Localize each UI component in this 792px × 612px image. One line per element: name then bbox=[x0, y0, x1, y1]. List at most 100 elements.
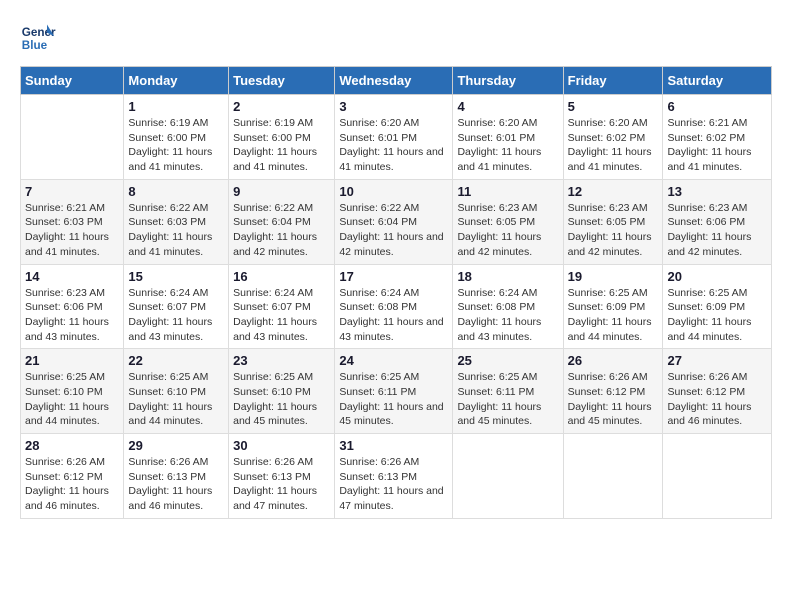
calendar-table: SundayMondayTuesdayWednesdayThursdayFrid… bbox=[20, 66, 772, 519]
day-info: Sunrise: 6:22 AMSunset: 6:04 PMDaylight:… bbox=[233, 201, 330, 260]
day-number: 21 bbox=[25, 353, 119, 368]
calendar-cell: 4 Sunrise: 6:20 AMSunset: 6:01 PMDayligh… bbox=[453, 95, 563, 180]
day-number: 24 bbox=[339, 353, 448, 368]
day-info: Sunrise: 6:25 AMSunset: 6:11 PMDaylight:… bbox=[339, 370, 448, 429]
day-number: 20 bbox=[667, 269, 767, 284]
calendar-cell: 8 Sunrise: 6:22 AMSunset: 6:03 PMDayligh… bbox=[124, 179, 229, 264]
calendar-cell: 24 Sunrise: 6:25 AMSunset: 6:11 PMDaylig… bbox=[335, 349, 453, 434]
calendar-cell: 7 Sunrise: 6:21 AMSunset: 6:03 PMDayligh… bbox=[21, 179, 124, 264]
day-number: 22 bbox=[128, 353, 224, 368]
calendar-cell: 3 Sunrise: 6:20 AMSunset: 6:01 PMDayligh… bbox=[335, 95, 453, 180]
day-info: Sunrise: 6:26 AMSunset: 6:13 PMDaylight:… bbox=[128, 455, 224, 514]
day-info: Sunrise: 6:22 AMSunset: 6:04 PMDaylight:… bbox=[339, 201, 448, 260]
day-number: 16 bbox=[233, 269, 330, 284]
day-info: Sunrise: 6:20 AMSunset: 6:01 PMDaylight:… bbox=[457, 116, 558, 175]
day-number: 31 bbox=[339, 438, 448, 453]
calendar-cell: 18 Sunrise: 6:24 AMSunset: 6:08 PMDaylig… bbox=[453, 264, 563, 349]
calendar-cell: 25 Sunrise: 6:25 AMSunset: 6:11 PMDaylig… bbox=[453, 349, 563, 434]
day-number: 6 bbox=[667, 99, 767, 114]
calendar-cell: 12 Sunrise: 6:23 AMSunset: 6:05 PMDaylig… bbox=[563, 179, 663, 264]
day-info: Sunrise: 6:26 AMSunset: 6:13 PMDaylight:… bbox=[339, 455, 448, 514]
day-header-saturday: Saturday bbox=[663, 67, 772, 95]
day-number: 23 bbox=[233, 353, 330, 368]
day-number: 1 bbox=[128, 99, 224, 114]
day-number: 25 bbox=[457, 353, 558, 368]
calendar-cell: 29 Sunrise: 6:26 AMSunset: 6:13 PMDaylig… bbox=[124, 434, 229, 519]
day-number: 4 bbox=[457, 99, 558, 114]
day-number: 18 bbox=[457, 269, 558, 284]
day-info: Sunrise: 6:25 AMSunset: 6:10 PMDaylight:… bbox=[233, 370, 330, 429]
calendar-cell: 13 Sunrise: 6:23 AMSunset: 6:06 PMDaylig… bbox=[663, 179, 772, 264]
logo-icon: General Blue bbox=[20, 20, 56, 56]
day-info: Sunrise: 6:26 AMSunset: 6:12 PMDaylight:… bbox=[667, 370, 767, 429]
day-number: 13 bbox=[667, 184, 767, 199]
day-info: Sunrise: 6:22 AMSunset: 6:03 PMDaylight:… bbox=[128, 201, 224, 260]
calendar-cell: 20 Sunrise: 6:25 AMSunset: 6:09 PMDaylig… bbox=[663, 264, 772, 349]
calendar-cell: 15 Sunrise: 6:24 AMSunset: 6:07 PMDaylig… bbox=[124, 264, 229, 349]
day-info: Sunrise: 6:21 AMSunset: 6:03 PMDaylight:… bbox=[25, 201, 119, 260]
day-info: Sunrise: 6:20 AMSunset: 6:02 PMDaylight:… bbox=[568, 116, 659, 175]
day-info: Sunrise: 6:25 AMSunset: 6:09 PMDaylight:… bbox=[667, 286, 767, 345]
page-header: General Blue bbox=[20, 20, 772, 56]
day-header-monday: Monday bbox=[124, 67, 229, 95]
day-info: Sunrise: 6:25 AMSunset: 6:11 PMDaylight:… bbox=[457, 370, 558, 429]
day-number: 27 bbox=[667, 353, 767, 368]
calendar-cell: 5 Sunrise: 6:20 AMSunset: 6:02 PMDayligh… bbox=[563, 95, 663, 180]
day-info: Sunrise: 6:24 AMSunset: 6:08 PMDaylight:… bbox=[339, 286, 448, 345]
calendar-cell bbox=[563, 434, 663, 519]
day-number: 28 bbox=[25, 438, 119, 453]
calendar-cell: 17 Sunrise: 6:24 AMSunset: 6:08 PMDaylig… bbox=[335, 264, 453, 349]
calendar-header: SundayMondayTuesdayWednesdayThursdayFrid… bbox=[21, 67, 772, 95]
day-number: 12 bbox=[568, 184, 659, 199]
day-number: 26 bbox=[568, 353, 659, 368]
calendar-cell: 23 Sunrise: 6:25 AMSunset: 6:10 PMDaylig… bbox=[229, 349, 335, 434]
calendar-cell: 16 Sunrise: 6:24 AMSunset: 6:07 PMDaylig… bbox=[229, 264, 335, 349]
day-number: 14 bbox=[25, 269, 119, 284]
calendar-week-4: 21 Sunrise: 6:25 AMSunset: 6:10 PMDaylig… bbox=[21, 349, 772, 434]
day-number: 9 bbox=[233, 184, 330, 199]
day-info: Sunrise: 6:20 AMSunset: 6:01 PMDaylight:… bbox=[339, 116, 448, 175]
day-info: Sunrise: 6:19 AMSunset: 6:00 PMDaylight:… bbox=[128, 116, 224, 175]
calendar-body: 1 Sunrise: 6:19 AMSunset: 6:00 PMDayligh… bbox=[21, 95, 772, 519]
day-info: Sunrise: 6:24 AMSunset: 6:08 PMDaylight:… bbox=[457, 286, 558, 345]
calendar-week-5: 28 Sunrise: 6:26 AMSunset: 6:12 PMDaylig… bbox=[21, 434, 772, 519]
calendar-cell: 26 Sunrise: 6:26 AMSunset: 6:12 PMDaylig… bbox=[563, 349, 663, 434]
calendar-cell: 27 Sunrise: 6:26 AMSunset: 6:12 PMDaylig… bbox=[663, 349, 772, 434]
day-header-tuesday: Tuesday bbox=[229, 67, 335, 95]
day-info: Sunrise: 6:23 AMSunset: 6:06 PMDaylight:… bbox=[25, 286, 119, 345]
calendar-cell: 19 Sunrise: 6:25 AMSunset: 6:09 PMDaylig… bbox=[563, 264, 663, 349]
calendar-cell: 30 Sunrise: 6:26 AMSunset: 6:13 PMDaylig… bbox=[229, 434, 335, 519]
day-number: 15 bbox=[128, 269, 224, 284]
calendar-cell: 10 Sunrise: 6:22 AMSunset: 6:04 PMDaylig… bbox=[335, 179, 453, 264]
calendar-cell bbox=[663, 434, 772, 519]
calendar-cell: 22 Sunrise: 6:25 AMSunset: 6:10 PMDaylig… bbox=[124, 349, 229, 434]
day-header-wednesday: Wednesday bbox=[335, 67, 453, 95]
calendar-week-2: 7 Sunrise: 6:21 AMSunset: 6:03 PMDayligh… bbox=[21, 179, 772, 264]
day-info: Sunrise: 6:25 AMSunset: 6:09 PMDaylight:… bbox=[568, 286, 659, 345]
day-number: 29 bbox=[128, 438, 224, 453]
day-info: Sunrise: 6:19 AMSunset: 6:00 PMDaylight:… bbox=[233, 116, 330, 175]
calendar-cell bbox=[453, 434, 563, 519]
day-number: 2 bbox=[233, 99, 330, 114]
day-info: Sunrise: 6:25 AMSunset: 6:10 PMDaylight:… bbox=[25, 370, 119, 429]
day-header-sunday: Sunday bbox=[21, 67, 124, 95]
day-info: Sunrise: 6:23 AMSunset: 6:06 PMDaylight:… bbox=[667, 201, 767, 260]
day-header-friday: Friday bbox=[563, 67, 663, 95]
calendar-cell: 28 Sunrise: 6:26 AMSunset: 6:12 PMDaylig… bbox=[21, 434, 124, 519]
calendar-cell: 6 Sunrise: 6:21 AMSunset: 6:02 PMDayligh… bbox=[663, 95, 772, 180]
day-info: Sunrise: 6:24 AMSunset: 6:07 PMDaylight:… bbox=[233, 286, 330, 345]
calendar-cell bbox=[21, 95, 124, 180]
logo: General Blue bbox=[20, 20, 56, 56]
day-number: 3 bbox=[339, 99, 448, 114]
calendar-week-3: 14 Sunrise: 6:23 AMSunset: 6:06 PMDaylig… bbox=[21, 264, 772, 349]
day-info: Sunrise: 6:23 AMSunset: 6:05 PMDaylight:… bbox=[457, 201, 558, 260]
day-number: 5 bbox=[568, 99, 659, 114]
calendar-cell: 2 Sunrise: 6:19 AMSunset: 6:00 PMDayligh… bbox=[229, 95, 335, 180]
day-number: 7 bbox=[25, 184, 119, 199]
day-number: 8 bbox=[128, 184, 224, 199]
day-info: Sunrise: 6:21 AMSunset: 6:02 PMDaylight:… bbox=[667, 116, 767, 175]
svg-text:Blue: Blue bbox=[22, 39, 48, 52]
day-number: 17 bbox=[339, 269, 448, 284]
day-number: 19 bbox=[568, 269, 659, 284]
day-info: Sunrise: 6:23 AMSunset: 6:05 PMDaylight:… bbox=[568, 201, 659, 260]
